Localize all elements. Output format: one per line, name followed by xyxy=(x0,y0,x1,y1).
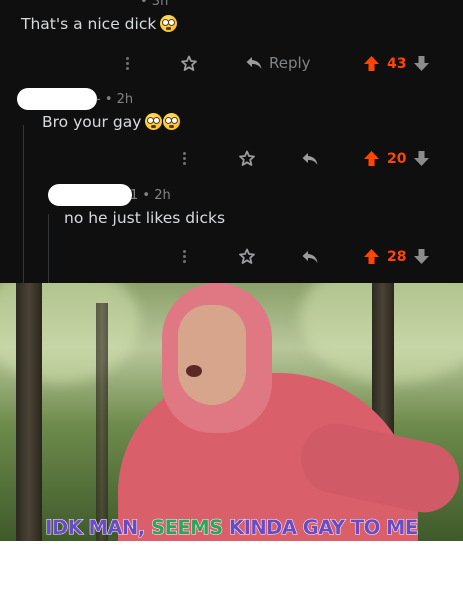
person-face xyxy=(178,305,246,405)
vote-score: 20 xyxy=(387,150,407,167)
comment-meta: 1 • 2h xyxy=(130,188,171,203)
vote-control: 28 xyxy=(363,248,430,265)
comment-text: That's a nice dick xyxy=(21,15,157,33)
flushed-emoji-icon xyxy=(163,113,181,130)
redacted-username xyxy=(48,184,132,206)
reply-label: Reply xyxy=(269,54,311,72)
comment-actions: 28 xyxy=(0,246,463,270)
comment-actions: 20 xyxy=(0,148,463,172)
comment-meta: - • 2h xyxy=(96,92,134,107)
flushed-emoji-icon xyxy=(160,15,178,32)
comment-thread: • 3h That's a nice dick Reply 43 - • 2h … xyxy=(0,0,463,283)
caption-part: IDK MAN, xyxy=(45,516,146,540)
comment-text: no he just likes dicks xyxy=(64,209,226,227)
comment-body: Bro your gay xyxy=(42,113,181,131)
flushed-emoji-icon xyxy=(145,113,163,130)
comment-timestamp: • 2h xyxy=(104,92,134,107)
award-icon[interactable] xyxy=(180,55,198,73)
reply-button[interactable] xyxy=(301,248,319,266)
downvote-icon[interactable] xyxy=(413,150,430,167)
more-options-icon[interactable] xyxy=(183,150,187,167)
caption-part: SEEMS xyxy=(151,516,224,540)
reply-button[interactable] xyxy=(301,150,319,168)
comment-body: That's a nice dick xyxy=(21,15,178,33)
caption-part: KINDA GAY TO ME xyxy=(229,516,419,540)
award-icon[interactable] xyxy=(238,150,256,168)
reply-arrow-icon xyxy=(302,251,318,263)
meme-caption: IDK MAN, SEEMS KINDA GAY TO ME xyxy=(0,516,463,540)
comment-meta: • 3h xyxy=(140,0,168,9)
comment-actions: Reply 43 xyxy=(0,53,463,77)
vote-control: 20 xyxy=(363,150,430,167)
upvote-icon[interactable] xyxy=(363,248,380,265)
comment-timestamp: • 3h xyxy=(140,0,169,9)
meme-image: IDK MAN, SEEMS KINDA GAY TO ME xyxy=(0,283,463,541)
comment-timestamp: 1 • 2h xyxy=(130,188,171,203)
more-options-icon[interactable] xyxy=(183,248,187,265)
vote-control: 43 xyxy=(363,55,430,72)
upvote-icon[interactable] xyxy=(363,150,380,167)
comment-text: Bro your gay xyxy=(42,113,142,131)
person-mouth xyxy=(186,365,202,377)
tree-trunk xyxy=(96,303,108,541)
more-options-icon[interactable] xyxy=(126,55,130,72)
award-icon[interactable] xyxy=(238,248,256,266)
upvote-icon[interactable] xyxy=(363,55,380,72)
downvote-icon[interactable] xyxy=(413,55,430,72)
reply-button[interactable]: Reply xyxy=(245,54,311,72)
vote-score: 43 xyxy=(387,55,407,72)
reply-arrow-icon xyxy=(302,153,318,165)
page: • 3h That's a nice dick Reply 43 - • 2h … xyxy=(0,0,463,600)
tree-trunk xyxy=(16,283,42,541)
redacted-username xyxy=(17,88,97,110)
downvote-icon[interactable] xyxy=(413,248,430,265)
vote-score: 28 xyxy=(387,248,407,265)
reply-arrow-icon xyxy=(246,57,262,69)
comment-body: no he just likes dicks xyxy=(64,209,225,227)
